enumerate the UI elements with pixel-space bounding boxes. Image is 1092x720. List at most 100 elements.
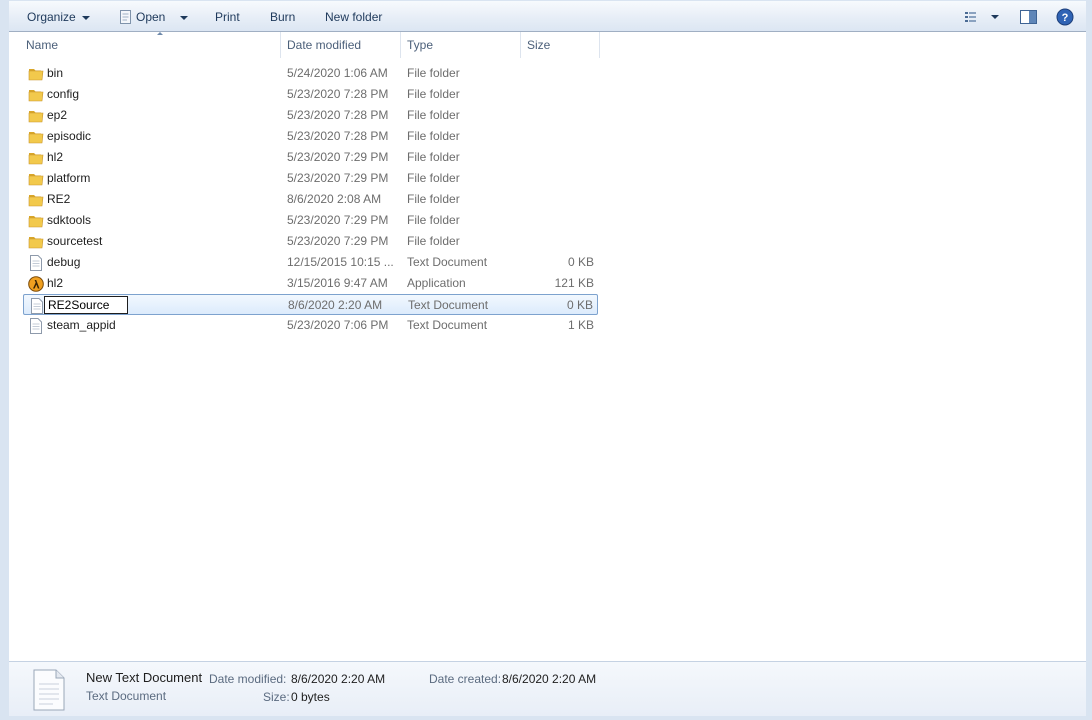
- file-type: Text Document: [408, 298, 489, 312]
- details-size-value: 0 bytes: [291, 690, 330, 704]
- file-date-modified: 5/24/2020 1:06 AM: [287, 66, 388, 80]
- folder-icon: [28, 132, 44, 144]
- chevron-down-icon: [180, 15, 188, 20]
- file-name: hl2: [47, 150, 64, 164]
- folder-icon: [28, 237, 44, 249]
- new-folder-button[interactable]: New folder: [325, 6, 382, 28]
- details-date-modified-value: 8/6/2020 2:20 AM: [291, 672, 386, 686]
- file-name: platform: [47, 171, 91, 185]
- file-date-modified: 8/6/2020 2:08 AM: [287, 192, 382, 206]
- file-name: episodic: [47, 129, 92, 143]
- file-row[interactable]: bin 5/24/2020 1:06 AM File folder: [23, 63, 598, 84]
- file-row[interactable]: sourcetest 5/23/2020 7:29 PM File folder: [23, 231, 598, 252]
- file-row[interactable]: ep2 5/23/2020 7:28 PM File folder: [23, 105, 598, 126]
- file-date-modified: 8/6/2020 2:20 AM: [288, 298, 383, 312]
- file-name: config: [47, 87, 80, 101]
- file-date-modified: 12/15/2015 10:15 ...: [287, 255, 394, 269]
- file-date-modified: 5/23/2020 7:29 PM: [287, 171, 389, 185]
- text-file-icon: [30, 255, 42, 271]
- details-file-name: New Text Document: [86, 670, 203, 685]
- file-type: File folder: [407, 213, 460, 227]
- folder-icon: [28, 174, 44, 186]
- file-row[interactable]: sdktools 5/23/2020 7:29 PM File folder: [23, 210, 598, 231]
- file-date-modified: 3/15/2016 9:47 AM: [287, 276, 388, 290]
- file-date-modified: 5/23/2020 7:28 PM: [287, 108, 389, 122]
- file-date-modified: 5/23/2020 7:28 PM: [287, 87, 389, 101]
- file-type: Text Document: [407, 255, 488, 269]
- details-date-created-label: Date created:: [429, 672, 502, 686]
- file-row[interactable]: episodic 5/23/2020 7:28 PM File folder: [23, 126, 598, 147]
- preview-pane-icon: [1020, 10, 1037, 24]
- folder-icon: [28, 195, 44, 207]
- file-name: hl2: [47, 276, 64, 290]
- open-dropdown-button[interactable]: [174, 6, 188, 28]
- document-icon: [120, 10, 131, 24]
- burn-button[interactable]: Burn: [270, 6, 295, 28]
- file-date-modified: 5/23/2020 7:29 PM: [287, 234, 389, 248]
- column-header-name[interactable]: Name: [19, 32, 281, 58]
- column-header-size[interactable]: Size: [520, 32, 600, 58]
- folder-icon: [28, 90, 44, 102]
- details-date-modified-label: Date modified:: [209, 672, 287, 686]
- file-row[interactable]: hl2 5/23/2020 7:29 PM File folder: [23, 147, 598, 168]
- print-button[interactable]: Print: [215, 6, 240, 28]
- file-type: File folder: [407, 66, 460, 80]
- column-header-type[interactable]: Type: [400, 32, 521, 58]
- file-type: Text Document: [407, 318, 488, 332]
- view-options-icon: [965, 12, 999, 22]
- help-button[interactable]: ?: [1053, 5, 1077, 29]
- svg-text:?: ?: [1062, 12, 1069, 24]
- file-type: File folder: [407, 108, 460, 122]
- file-size: 0 KB: [566, 298, 593, 312]
- folder-icon: [28, 153, 44, 165]
- file-row[interactable]: steam_appid 5/23/2020 7:06 PM Text Documen…: [23, 315, 598, 336]
- preview-pane-button[interactable]: [1017, 5, 1041, 29]
- file-date-modified: 5/23/2020 7:29 PM: [287, 213, 389, 227]
- file-name: ep2: [47, 108, 68, 122]
- file-row[interactable]: config 5/23/2020 7:28 PM File folder: [23, 84, 598, 105]
- text-file-icon: [30, 318, 42, 334]
- file-date-modified: 5/23/2020 7:06 PM: [287, 318, 389, 332]
- file-row[interactable]: platform 5/23/2020 7:29 PM File folder: [23, 168, 598, 189]
- file-date-modified: 5/23/2020 7:28 PM: [287, 129, 389, 143]
- file-name: RE2: [47, 192, 71, 206]
- sort-ascending-icon: [157, 32, 163, 35]
- file-row[interactable]: debug 12/15/2015 10:15 ... Text Document 0 …: [23, 252, 598, 273]
- open-button[interactable]: Open: [119, 6, 165, 28]
- file-name: sourcetest: [47, 234, 103, 248]
- text-document-large-icon: [33, 669, 65, 711]
- view-options-button[interactable]: [962, 5, 1002, 29]
- folder-icon: [28, 69, 44, 81]
- file-row[interactable]: RE2 8/6/2020 2:08 AM File folder: [23, 189, 598, 210]
- file-size: 121 KB: [554, 276, 594, 290]
- details-file-type: Text Document: [86, 689, 167, 703]
- command-bar: Organize Open Print Burn New folder ?: [9, 1, 1086, 32]
- rename-input[interactable]: RE2Source: [44, 296, 128, 314]
- chevron-down-icon: [81, 15, 90, 20]
- file-name: bin: [47, 66, 64, 80]
- help-icon: ?: [1056, 8, 1074, 26]
- file-type: File folder: [407, 129, 460, 143]
- file-row-selected[interactable]: RE2Source 8/6/2020 2:20 AM Text Document 0 …: [23, 294, 598, 315]
- details-date-created-value: 8/6/2020 2:20 AM: [502, 672, 597, 686]
- file-row[interactable]: hl2 3/15/2016 9:47 AM Application 121 KB: [23, 273, 598, 294]
- half-life-app-icon: [28, 276, 44, 292]
- text-file-icon: [31, 298, 43, 314]
- file-name: debug: [47, 255, 81, 269]
- details-pane: New Text Document Text Document Date mod…: [9, 661, 1086, 716]
- column-header-row: Name Date modified Type Size: [9, 32, 1086, 58]
- details-size-label: Size:: [263, 690, 290, 704]
- column-header-date-modified[interactable]: Date modified: [280, 32, 401, 58]
- folder-icon: [28, 216, 44, 228]
- organize-button[interactable]: Organize: [27, 6, 90, 28]
- file-type: Application: [407, 276, 466, 290]
- file-type: File folder: [407, 87, 460, 101]
- organize-label: Organize: [27, 10, 76, 24]
- file-size: 0 KB: [567, 255, 594, 269]
- file-name: steam_appid: [47, 318, 116, 332]
- file-type: File folder: [407, 150, 460, 164]
- folder-icon: [28, 111, 44, 123]
- file-type: File folder: [407, 234, 460, 248]
- open-label: Open: [136, 10, 166, 24]
- file-type: File folder: [407, 192, 460, 206]
